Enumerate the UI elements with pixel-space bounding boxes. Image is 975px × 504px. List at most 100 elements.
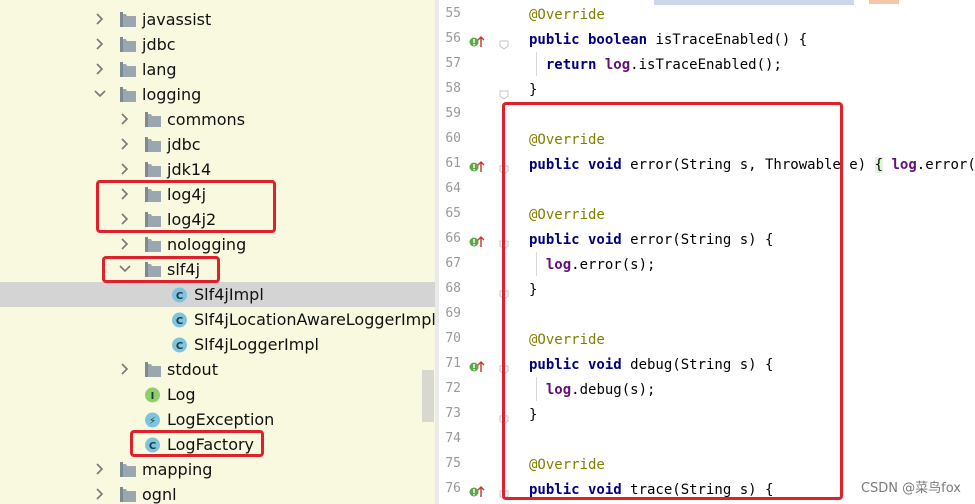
fold-marker-icon[interactable] [499, 35, 509, 50]
package-folder-icon [144, 111, 162, 128]
code-line[interactable]: 57 return log.isTraceEnabled(); [439, 53, 975, 78]
highlight-code-methods [502, 102, 843, 500]
tree-item-label: Slf4jImpl [194, 285, 264, 304]
tree-item[interactable]: ⚡ LogException [0, 407, 435, 432]
svg-text:⚡: ⚡ [149, 416, 156, 427]
tree-item[interactable]: C Slf4jLocationAwareLoggerImpl [0, 307, 435, 332]
tree-item[interactable]: commons [0, 107, 435, 132]
highlight-log4j-packages [96, 180, 276, 233]
package-folder-icon [144, 161, 162, 178]
tree-item[interactable]: logging [0, 82, 435, 107]
project-tree: javassist jdbc lang logging commons jdbc jdk14… [0, 0, 435, 504]
line-number: 61 [445, 156, 461, 171]
fold-marker-icon[interactable] [499, 85, 509, 100]
watermark: CSDN @菜鸟fox [860, 477, 961, 496]
tree-item-label: jdk14 [167, 160, 212, 179]
svg-text:I: I [151, 391, 155, 402]
chevron-right-icon[interactable] [119, 232, 133, 257]
tree-item-label: Log [167, 385, 196, 404]
line-number: 60 [445, 131, 461, 146]
chevron-right-icon[interactable] [119, 107, 133, 132]
package-folder-icon [144, 136, 162, 153]
code-text: public boolean isTraceEnabled() { [529, 32, 808, 48]
code-line[interactable]: 56 public boolean isTraceEnabled() { [439, 28, 975, 53]
chevron-right-icon[interactable] [119, 157, 133, 182]
implements-method-icon[interactable] [469, 359, 485, 373]
package-folder-icon [119, 36, 137, 53]
tree-item-label: lang [142, 60, 177, 79]
package-folder-icon [144, 361, 162, 378]
package-folder-icon [119, 61, 137, 78]
tree-item[interactable]: mapping [0, 457, 435, 482]
implements-method-icon[interactable] [469, 159, 485, 173]
class-icon: C [171, 286, 189, 303]
code-text: return log.isTraceEnabled(); [545, 57, 782, 73]
chevron-right-icon[interactable] [94, 457, 108, 482]
tree-item[interactable]: ognl [0, 482, 435, 504]
line-number: 70 [445, 331, 461, 346]
chevron-right-icon[interactable] [94, 7, 108, 32]
tree-item-label: Slf4jLocationAwareLoggerImpl [194, 310, 435, 329]
exception-class-icon: ⚡ [144, 411, 162, 428]
tree-item[interactable]: javassist [0, 7, 435, 32]
interface-icon: I [144, 386, 162, 403]
code-line[interactable]: 58} [439, 78, 975, 103]
svg-text:C: C [176, 291, 183, 302]
line-number: 71 [445, 356, 461, 371]
line-number: 73 [445, 406, 461, 421]
tree-item-label: javassist [142, 10, 212, 29]
tree-item-label: LogException [167, 410, 275, 429]
line-number: 59 [445, 106, 461, 121]
tree-item-label: jdbc [142, 35, 176, 54]
line-number: 56 [445, 31, 461, 46]
tree-item-label: mapping [142, 460, 213, 479]
chevron-right-icon[interactable] [119, 357, 133, 382]
line-number: 58 [445, 81, 461, 96]
chevron-right-icon[interactable] [94, 482, 108, 504]
tree-item-label: commons [167, 110, 246, 129]
tree-item[interactable]: jdk14 [0, 157, 435, 182]
chevron-down-icon[interactable] [94, 82, 108, 107]
highlight-slf4j-package [102, 256, 220, 283]
package-folder-icon [119, 86, 137, 103]
package-folder-icon [119, 11, 137, 28]
tree-item[interactable]: I Log [0, 382, 435, 407]
chevron-right-icon[interactable] [119, 132, 133, 157]
line-number: 55 [445, 6, 461, 21]
tree-scrollbar[interactable] [422, 370, 434, 422]
implements-method-icon[interactable] [469, 34, 485, 48]
tree-item[interactable]: jdbc [0, 32, 435, 57]
line-number: 57 [445, 56, 461, 71]
class-icon: C [171, 336, 189, 353]
code-text: } [529, 82, 538, 98]
implements-method-icon[interactable] [469, 234, 485, 248]
tree-item-label: stdout [167, 360, 218, 379]
line-number: 65 [445, 206, 461, 221]
code-text: @Override [529, 7, 605, 23]
code-line[interactable]: 55 @Override [439, 3, 975, 28]
tree-item-label: logging [142, 85, 202, 104]
svg-text:C: C [176, 316, 183, 327]
package-folder-icon [119, 461, 137, 478]
implements-method-icon[interactable] [469, 484, 485, 498]
line-number: 64 [445, 181, 461, 196]
chevron-right-icon[interactable] [94, 32, 108, 57]
chevron-right-icon[interactable] [94, 57, 108, 82]
line-number: 69 [445, 306, 461, 321]
tree-item[interactable]: C Slf4jLoggerImpl [0, 332, 435, 357]
svg-text:C: C [176, 341, 183, 352]
line-number: 72 [445, 381, 461, 396]
tree-item[interactable]: lang [0, 57, 435, 82]
tree-item[interactable]: C Slf4jImpl [0, 282, 435, 307]
tree-item-label: Slf4jLoggerImpl [194, 335, 319, 354]
tree-item-label: ognl [142, 485, 177, 504]
line-number: 75 [445, 456, 461, 471]
tree-item-label: jdbc [167, 135, 201, 154]
line-number: 68 [445, 281, 461, 296]
line-number: 66 [445, 231, 461, 246]
tree-item[interactable]: nologging [0, 232, 435, 257]
tree-item[interactable]: jdbc [0, 132, 435, 157]
tree-item[interactable]: stdout [0, 357, 435, 382]
line-number: 76 [445, 481, 461, 496]
package-folder-icon [119, 486, 137, 503]
